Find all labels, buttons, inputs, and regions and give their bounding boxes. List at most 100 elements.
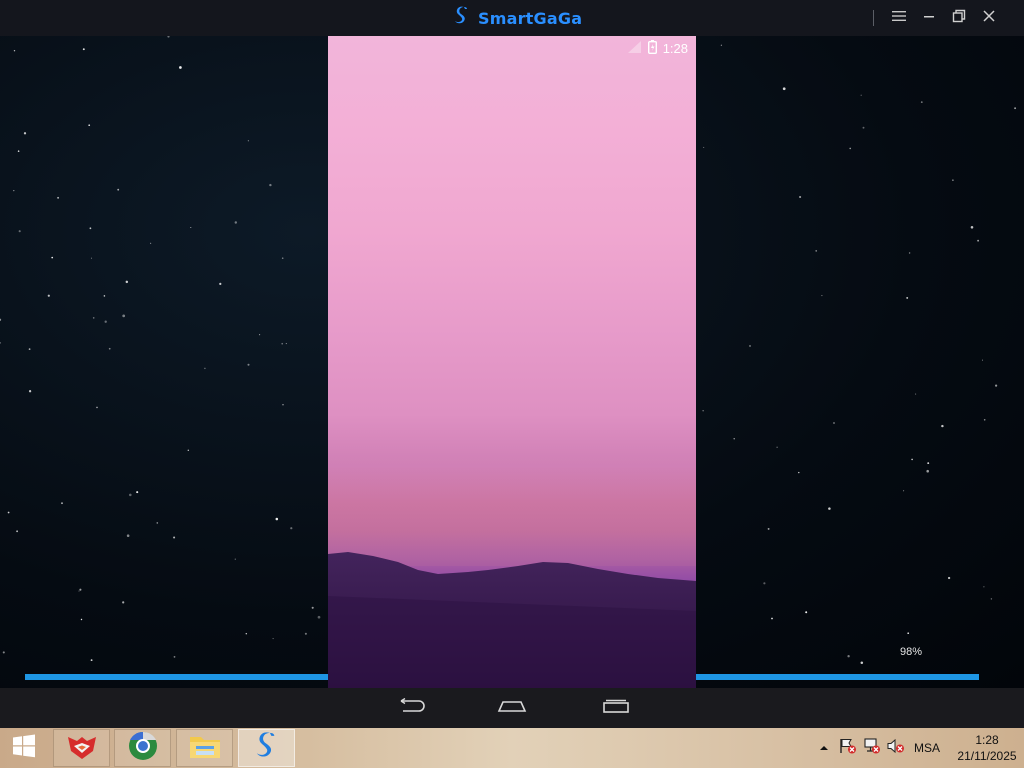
close-icon [983, 9, 995, 27]
star [981, 359, 984, 361]
star [219, 282, 222, 286]
star [57, 196, 60, 199]
star [970, 226, 974, 229]
star [51, 256, 54, 259]
star [173, 536, 176, 539]
taskbar-clock[interactable]: 1:28 21/11/2025 [950, 732, 1024, 764]
star [13, 189, 15, 192]
menu-button[interactable] [884, 6, 914, 30]
star [281, 342, 284, 345]
star [96, 406, 98, 409]
volume-muted-icon [887, 738, 905, 759]
back-button[interactable] [390, 696, 430, 720]
start-button[interactable] [0, 728, 48, 768]
taskbar-app-file-explorer[interactable] [176, 729, 233, 767]
network-icon [863, 737, 881, 759]
windows-taskbar: MSA 1:28 21/11/2025 [0, 728, 1024, 768]
star [234, 558, 236, 560]
restore-button[interactable] [944, 6, 974, 30]
star [61, 502, 63, 505]
star [259, 334, 261, 336]
battery-icon [647, 39, 657, 57]
star [269, 183, 272, 187]
star [0, 318, 2, 321]
taskbar-app-smartgaga[interactable] [238, 729, 295, 767]
star [926, 469, 929, 473]
star [833, 422, 835, 424]
star [952, 179, 954, 181]
window-controls [873, 6, 1004, 30]
star [90, 659, 93, 662]
star [245, 632, 248, 635]
star [272, 638, 274, 640]
star [18, 230, 21, 233]
star [190, 226, 192, 229]
star [122, 601, 125, 604]
loading-progress-bar-left [25, 674, 328, 680]
star [275, 517, 279, 521]
android-nav-bar [0, 688, 1024, 728]
signal-icon [627, 40, 642, 56]
star [28, 390, 32, 393]
close-button[interactable] [974, 6, 1004, 30]
android-screen[interactable]: 1:28 [328, 36, 696, 688]
star [122, 314, 126, 318]
star [304, 632, 307, 635]
recents-button[interactable] [596, 696, 636, 720]
emulator-viewport[interactable]: 98% 1:28 [0, 36, 1024, 688]
app-brand: SmartGaGa [452, 6, 582, 30]
home-icon [497, 698, 527, 719]
star [13, 50, 16, 52]
clock-time: 1:28 [975, 733, 999, 747]
star [247, 140, 250, 142]
input-language-indicator[interactable]: MSA [908, 741, 950, 755]
star [767, 527, 770, 530]
windows-logo-icon [11, 733, 37, 764]
star [150, 242, 152, 244]
action-center-button[interactable] [836, 728, 860, 768]
star [156, 522, 159, 524]
star [82, 48, 85, 51]
star [983, 419, 986, 421]
star [828, 507, 831, 510]
hamburger-menu-icon [892, 9, 906, 27]
star [136, 491, 139, 494]
loading-percent-label: 98% [899, 646, 923, 658]
network-button[interactable] [860, 728, 884, 768]
star [920, 101, 923, 103]
system-tray: MSA 1:28 21/11/2025 [812, 728, 1024, 768]
loading-progress-bar-right [696, 674, 979, 680]
android-clock: 1:28 [662, 40, 688, 56]
star [47, 294, 50, 297]
star [733, 437, 735, 440]
star [941, 424, 944, 428]
swan-logo-icon [452, 5, 472, 32]
star [204, 367, 206, 370]
home-button[interactable] [492, 696, 532, 720]
star [179, 66, 182, 69]
star [247, 363, 250, 366]
star [103, 295, 106, 297]
volume-button[interactable] [884, 728, 908, 768]
star [117, 188, 120, 191]
taskbar-app-red-fox[interactable] [53, 729, 110, 767]
star [702, 410, 704, 412]
star [90, 257, 93, 259]
star [847, 655, 850, 658]
star [285, 343, 287, 345]
emulator-title-bar[interactable]: SmartGaGa [0, 0, 1024, 36]
star [983, 586, 985, 588]
star [16, 530, 18, 533]
restore-icon [952, 9, 966, 28]
taskbar-app-browser[interactable] [114, 729, 171, 767]
minimize-button[interactable] [914, 6, 944, 30]
star [990, 598, 993, 600]
star [862, 126, 865, 129]
star [78, 590, 80, 592]
chrome-like-browser-icon [127, 730, 159, 767]
star [317, 615, 321, 619]
star [860, 661, 864, 664]
star [927, 462, 930, 465]
show-hidden-icons-button[interactable] [812, 728, 836, 768]
star [703, 146, 705, 148]
